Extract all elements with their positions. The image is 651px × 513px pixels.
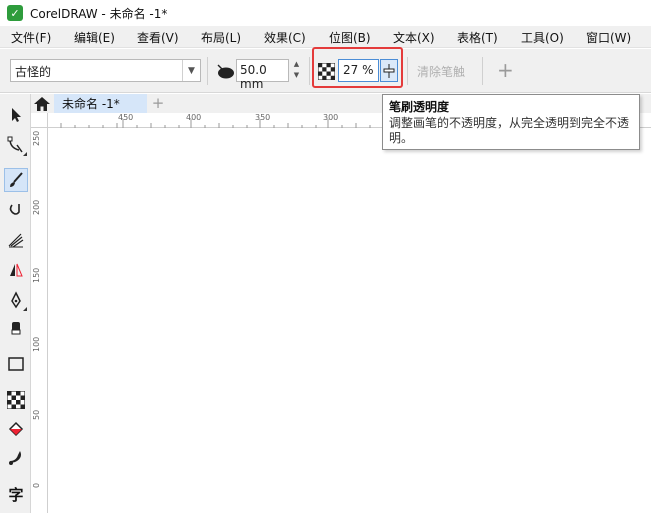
freehand-tool-icon bbox=[9, 204, 20, 215]
brush-size-stepper[interactable]: ▲ ▼ bbox=[290, 59, 303, 82]
tooltip-title: 笔刷透明度 bbox=[389, 100, 450, 114]
effects-tool-icon bbox=[8, 233, 24, 248]
menu-file[interactable]: 文件(F) bbox=[11, 29, 51, 46]
transparency-tool[interactable] bbox=[4, 388, 28, 412]
pick-tool-icon bbox=[12, 108, 21, 122]
flyout-indicator bbox=[23, 152, 27, 156]
text-tool-icon: 字 bbox=[8, 485, 24, 504]
transparency-tool-icon bbox=[7, 391, 25, 409]
stepper-up-icon[interactable]: ▲ bbox=[290, 59, 303, 70]
rectangle-tool-icon bbox=[8, 357, 24, 371]
brush-size-icon bbox=[217, 64, 234, 79]
ruler-origin-corner[interactable] bbox=[31, 113, 48, 128]
clear-stroke-button[interactable]: 清除笔触 bbox=[417, 63, 465, 80]
brush-size-input[interactable]: 50.0 mm bbox=[236, 59, 289, 91]
menu-tools[interactable]: 工具(O) bbox=[521, 29, 564, 46]
divider bbox=[309, 57, 310, 85]
toolbox: 字 bbox=[0, 94, 31, 513]
eraser-tool[interactable] bbox=[4, 316, 28, 340]
ruler-label: 200 bbox=[32, 199, 41, 215]
fill-tool-icon bbox=[8, 421, 24, 437]
home-icon[interactable] bbox=[32, 94, 52, 113]
menu-edit[interactable]: 编辑(E) bbox=[74, 29, 115, 46]
stroke-style-select[interactable]: 古怪的 ▼ bbox=[10, 59, 201, 82]
pen-tool[interactable] bbox=[4, 288, 28, 312]
title-bar: ✓ CorelDRAW - 未命名 -1* bbox=[0, 0, 651, 26]
menu-effects[interactable]: 效果(C) bbox=[264, 29, 306, 46]
window-title: CorelDRAW - 未命名 -1* bbox=[30, 6, 168, 21]
menu-layout[interactable]: 布局(L) bbox=[201, 29, 241, 46]
menu-text[interactable]: 文本(X) bbox=[393, 29, 435, 46]
ruler-label: 0 bbox=[32, 482, 41, 488]
ruler-label: 50 bbox=[32, 409, 41, 420]
smart-fill-tool[interactable] bbox=[4, 446, 28, 470]
shape-tool[interactable] bbox=[4, 133, 28, 157]
menu-bitmaps[interactable]: 位图(B) bbox=[329, 29, 371, 46]
ruler-label: 450 bbox=[118, 113, 134, 122]
add-tab-icon[interactable]: + bbox=[149, 94, 167, 113]
freehand-tool[interactable] bbox=[4, 198, 28, 222]
rectangle-tool[interactable] bbox=[4, 352, 28, 376]
menu-view[interactable]: 查看(V) bbox=[137, 29, 179, 46]
divider bbox=[482, 57, 483, 85]
eraser-tool-icon bbox=[11, 322, 21, 335]
stroke-style-value: 古怪的 bbox=[15, 65, 52, 79]
smart-fill-tool-icon bbox=[9, 451, 21, 465]
artistic-media-tool[interactable] bbox=[4, 168, 28, 192]
flyout-indicator bbox=[23, 307, 27, 311]
divider bbox=[207, 57, 208, 85]
ruler-label: 350 bbox=[255, 113, 271, 122]
divider bbox=[407, 57, 408, 85]
ruler-label: 250 bbox=[32, 130, 41, 146]
effects-tool[interactable] bbox=[4, 228, 28, 252]
ruler-label: 150 bbox=[32, 267, 41, 283]
menu-bar: 文件(F) 编辑(E) 查看(V) 布局(L) 效果(C) 位图(B) 文本(X… bbox=[0, 26, 651, 48]
fill-tool[interactable] bbox=[4, 418, 28, 442]
house-icon bbox=[34, 96, 50, 111]
mirror-tool-icon bbox=[10, 263, 23, 277]
vertical-ruler[interactable]: 250 200 150 100 50 0 bbox=[31, 128, 48, 513]
ruler-label: 400 bbox=[186, 113, 202, 122]
drawing-canvas[interactable] bbox=[49, 129, 651, 513]
stepper-down-icon[interactable]: ▼ bbox=[290, 70, 303, 81]
menu-window[interactable]: 窗口(W) bbox=[586, 29, 631, 46]
ruler-label: 300 bbox=[323, 113, 339, 122]
pick-tool[interactable] bbox=[4, 103, 28, 127]
mirror-tool[interactable] bbox=[4, 258, 28, 282]
highlight-annotation bbox=[312, 47, 403, 88]
artistic-media-tool-icon bbox=[10, 172, 23, 187]
chevron-down-icon[interactable]: ▼ bbox=[182, 60, 200, 81]
ruler-label: 100 bbox=[32, 336, 41, 352]
text-tool[interactable]: 字 bbox=[4, 482, 28, 506]
tooltip-body: 调整画笔的不透明度，从完全透明到完全不透明。 bbox=[389, 116, 630, 145]
add-icon[interactable]: + bbox=[497, 58, 514, 82]
coreldraw-logo-icon: ✓ bbox=[7, 5, 23, 21]
document-tab[interactable]: 未命名 -1* bbox=[54, 94, 147, 113]
menu-table[interactable]: 表格(T) bbox=[457, 29, 498, 46]
brush-opacity-tooltip: 笔刷透明度 调整画笔的不透明度，从完全透明到完全不透明。 bbox=[382, 94, 640, 150]
